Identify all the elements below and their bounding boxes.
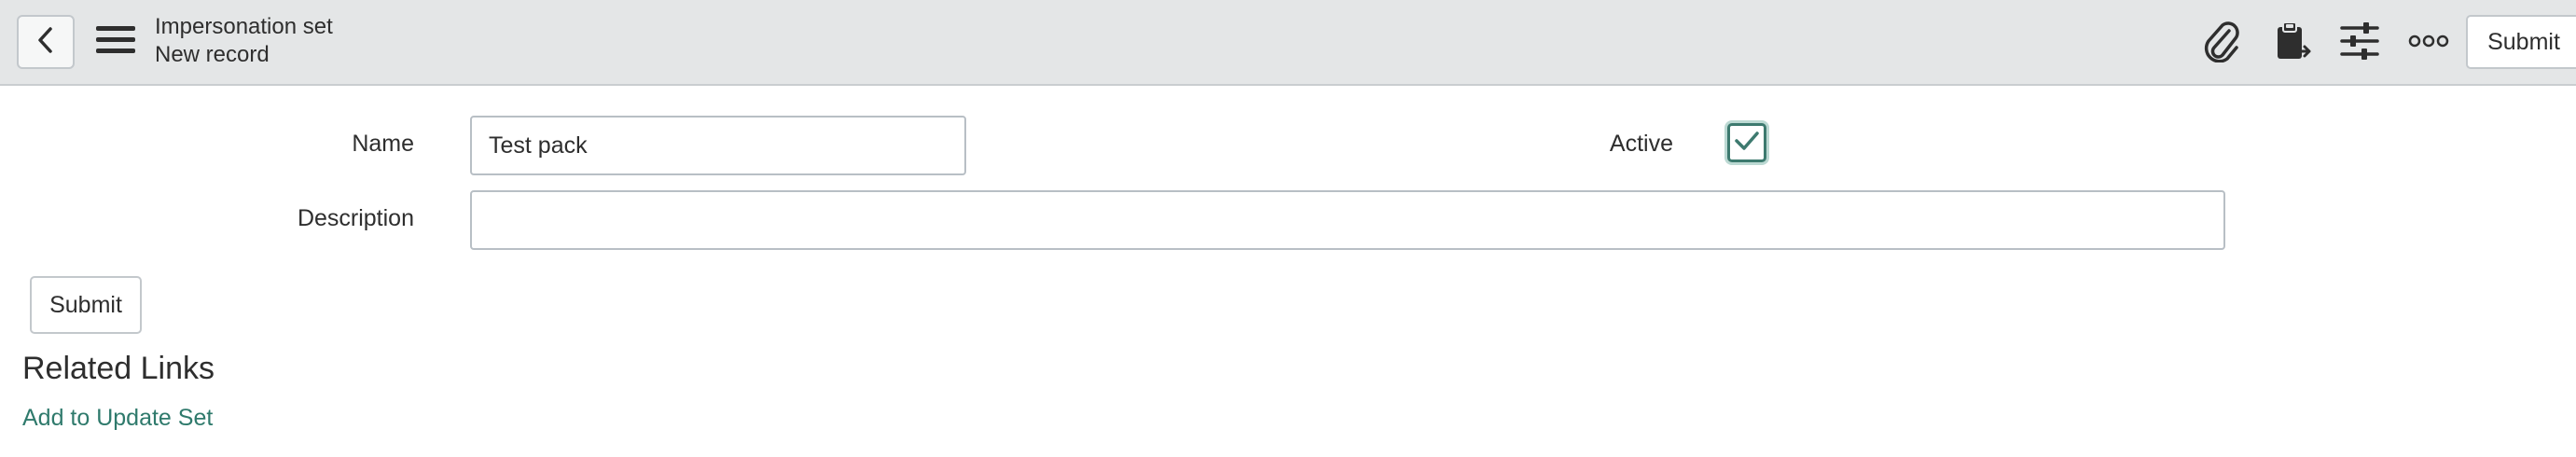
add-to-update-set-link[interactable]: Add to Update Set: [22, 405, 213, 432]
checkmark-icon: [1734, 130, 1760, 157]
description-label: Description: [297, 205, 414, 231]
chevron-left-icon: [35, 26, 56, 59]
active-checkbox[interactable]: [1727, 123, 1766, 162]
name-input[interactable]: [470, 116, 966, 175]
context-menu-button[interactable]: [93, 21, 138, 63]
form-subtitle: New record: [155, 42, 270, 67]
active-label: Active: [1609, 131, 1673, 157]
related-links-heading: Related Links: [22, 351, 215, 386]
paperclip-icon: [2201, 20, 2242, 67]
name-label: Name: [352, 131, 414, 157]
header-submit-button[interactable]: Submit: [2466, 15, 2576, 69]
record-title: Impersonation set New record: [155, 13, 333, 69]
form-header: Impersonation set New record Submit: [0, 0, 2576, 86]
form-title: Impersonation set: [155, 14, 333, 39]
back-button[interactable]: [17, 15, 75, 69]
more-icon: [2408, 34, 2449, 53]
attachment-button[interactable]: [2195, 19, 2248, 67]
hamburger-icon: [96, 24, 135, 61]
clipboard-icon: [2272, 20, 2313, 67]
personalize-form-button[interactable]: [2334, 19, 2386, 67]
more-options-button[interactable]: [2403, 19, 2455, 67]
sliders-icon: [2339, 21, 2380, 66]
description-input[interactable]: [470, 190, 2225, 250]
templates-button[interactable]: [2266, 19, 2319, 67]
form-submit-button[interactable]: Submit: [30, 276, 142, 334]
